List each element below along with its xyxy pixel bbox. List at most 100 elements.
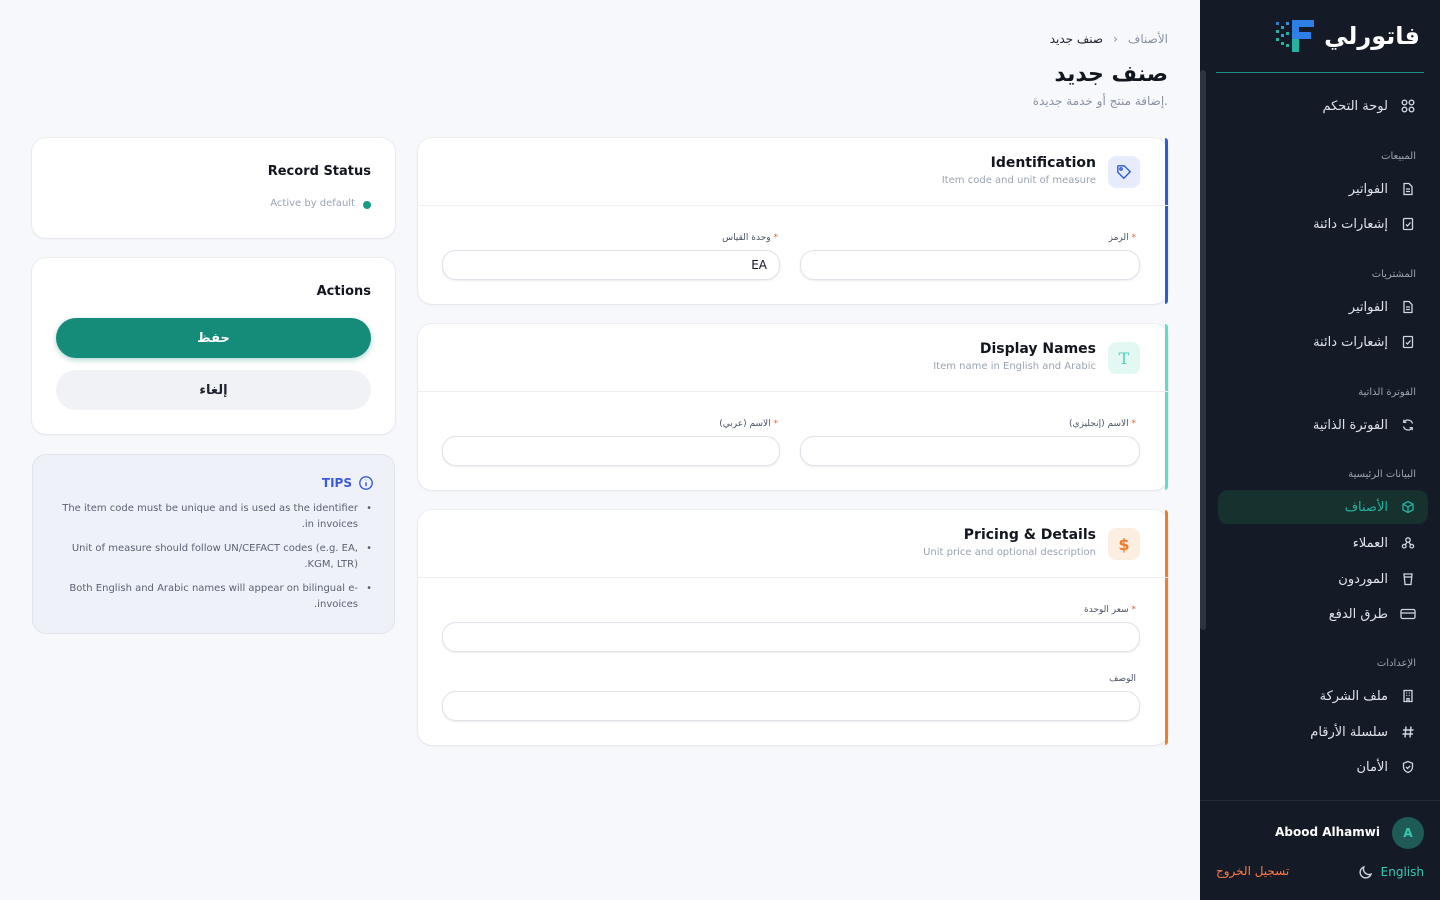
credit-card-icon xyxy=(1400,606,1416,622)
section-label-master-data: البيانات الرئيسية xyxy=(1348,469,1416,480)
sidebar-item-label: العملاء xyxy=(1352,535,1388,551)
page-subtitle: إضافة منتج أو خدمة جديدة. xyxy=(1032,94,1168,108)
sidebar-item-label: ملف الشركة xyxy=(1319,688,1388,704)
cup-icon xyxy=(1400,571,1416,587)
sidebar-item-label: طرق الدفع xyxy=(1328,606,1388,622)
sidebar-item-security[interactable]: الأمان xyxy=(1218,750,1428,784)
sidebar-item-label: الفواتير xyxy=(1348,181,1388,197)
name-ar-label: الاسم (عربي) * xyxy=(719,419,778,429)
sidebar-item-dashboard[interactable]: لوحة التحكم xyxy=(1218,89,1428,123)
required-marker: * xyxy=(773,233,779,243)
grid-icon xyxy=(1400,98,1416,114)
logo-mark-icon xyxy=(1276,20,1315,52)
card-subtitle: Item name in English and Arabic xyxy=(933,361,1096,372)
users-icon xyxy=(1400,535,1416,551)
sidebar-item-items[interactable]: الأصناف xyxy=(1218,490,1428,524)
user-name: Abood Alhamwi xyxy=(1275,825,1380,839)
sidebar-item-purchase-credit-notes[interactable]: إشعارات دائنة xyxy=(1218,325,1428,359)
hash-icon xyxy=(1400,724,1416,740)
tip-item: Unit of measure should follow UN/CEFACT … xyxy=(52,541,374,573)
receipt-check-icon xyxy=(1400,334,1416,350)
sidebar-scrollbar[interactable] xyxy=(1200,70,1206,630)
card-header: T Display Names Item name in English and… xyxy=(418,324,1168,392)
card-header: $ Pricing & Details Unit price and optio… xyxy=(418,510,1168,578)
identification-card: Identification Item code and unit of mea… xyxy=(418,138,1168,304)
card-title: Display Names xyxy=(979,341,1096,357)
app-logo[interactable]: فاتورلي xyxy=(1274,16,1420,56)
section-label-self-billing: الفوترة الذاتية xyxy=(1358,387,1416,398)
logo-text: فاتورلي xyxy=(1324,22,1420,50)
code-label: الرمز * xyxy=(1108,233,1137,243)
shield-icon xyxy=(1400,759,1416,775)
sidebar-item-label: الفوترة الذاتية xyxy=(1312,417,1388,433)
breadcrumb-parent[interactable]: الأصناف xyxy=(1128,32,1168,46)
display-names-card: T Display Names Item name in English and… xyxy=(418,324,1168,490)
breadcrumb-current: صنف جديد xyxy=(1049,32,1104,46)
required-marker: * xyxy=(773,419,779,429)
page-title: صنف جديد xyxy=(1054,62,1168,87)
tip-item: Both English and Arabic names will appea… xyxy=(52,581,374,613)
moon-icon[interactable] xyxy=(1358,864,1374,880)
card-title: Identification xyxy=(990,155,1096,171)
logo-divider xyxy=(1216,72,1424,73)
pricing-card: $ Pricing & Details Unit price and optio… xyxy=(418,510,1168,745)
tag-icon xyxy=(1108,156,1140,188)
uom-label: وحدة القياس * xyxy=(722,233,778,243)
text-type-icon: T xyxy=(1108,342,1140,374)
sidebar-item-label: الموردون xyxy=(1338,571,1388,587)
uom-input[interactable] xyxy=(442,250,780,280)
sidebar-item-label: الأصناف xyxy=(1344,499,1388,515)
dollar-icon: $ xyxy=(1108,528,1140,560)
card-subtitle: Unit price and optional description xyxy=(923,547,1096,558)
sidebar-item-company-profile[interactable]: ملف الشركة xyxy=(1218,679,1428,713)
box-icon xyxy=(1400,499,1416,515)
sidebar-item-customers[interactable]: العملاء xyxy=(1218,526,1428,560)
sidebar-item-sales-credit-notes[interactable]: إشعارات دائنة xyxy=(1218,207,1428,241)
receipt-check-icon xyxy=(1400,216,1416,232)
card-title: Actions xyxy=(316,284,371,299)
sidebar-item-self-billing[interactable]: الفوترة الذاتية xyxy=(1218,408,1428,442)
card-title: Pricing & Details xyxy=(963,527,1096,543)
cancel-button[interactable]: إلغاء xyxy=(56,370,371,410)
sidebar-item-purchase-invoices[interactable]: الفواتير xyxy=(1218,290,1428,324)
section-label-settings: الإعدادات xyxy=(1376,658,1416,669)
sidebar-item-number-series[interactable]: سلسلة الأرقام xyxy=(1218,715,1428,749)
sidebar-footer: Abood Alhamwi A English تسجيل الخروج xyxy=(1200,800,1440,900)
name-ar-input[interactable] xyxy=(442,436,780,466)
description-input[interactable] xyxy=(442,691,1140,721)
record-status-card: Record Status Active by default xyxy=(32,138,395,238)
sidebar-item-sales-invoices[interactable]: الفواتير xyxy=(1218,172,1428,206)
name-en-label: الاسم (إنجليزي) * xyxy=(1069,419,1136,429)
description-label: الوصف xyxy=(1109,674,1136,684)
save-button[interactable]: حفظ xyxy=(56,318,371,358)
sidebar-item-suppliers[interactable]: الموردون xyxy=(1218,562,1428,596)
code-input[interactable] xyxy=(800,250,1140,280)
breadcrumb: الأصناف › صنف جديد xyxy=(1050,32,1168,46)
name-en-input[interactable] xyxy=(800,436,1140,466)
sidebar: فاتورلي لوحة التحكم المبيعات الفواتير إش… xyxy=(1200,0,1440,900)
info-icon xyxy=(359,476,373,490)
required-marker: * xyxy=(1131,233,1137,243)
unit-price-input[interactable] xyxy=(442,622,1140,652)
tip-item: The item code must be unique and is used… xyxy=(52,501,374,533)
sidebar-item-label: لوحة التحكم xyxy=(1322,98,1388,114)
section-label-purchases: المشتريات xyxy=(1371,269,1416,280)
unit-price-label: سعر الوحدة * xyxy=(1084,605,1136,615)
tips-card: TIPS The item code must be unique and is… xyxy=(32,454,395,634)
document-icon xyxy=(1400,181,1416,197)
card-subtitle: Item code and unit of measure xyxy=(941,175,1096,186)
language-toggle[interactable]: English xyxy=(1381,865,1424,879)
sidebar-item-label: سلسلة الأرقام xyxy=(1310,724,1388,740)
logout-link[interactable]: تسجيل الخروج xyxy=(1216,864,1289,878)
required-marker: * xyxy=(1131,419,1137,429)
card-header: Identification Item code and unit of mea… xyxy=(418,138,1168,206)
refresh-icon xyxy=(1400,417,1416,433)
sidebar-item-payment-methods[interactable]: طرق الدفع xyxy=(1218,597,1428,631)
sidebar-item-label: الأمان xyxy=(1356,759,1389,775)
actions-card: Actions حفظ إلغاء xyxy=(32,258,395,434)
building-icon xyxy=(1400,688,1416,704)
card-title: Record Status xyxy=(267,164,371,179)
breadcrumb-separator: › xyxy=(1113,32,1118,46)
avatar[interactable]: A xyxy=(1392,817,1424,849)
sidebar-item-label: إشعارات دائنة xyxy=(1313,216,1388,232)
